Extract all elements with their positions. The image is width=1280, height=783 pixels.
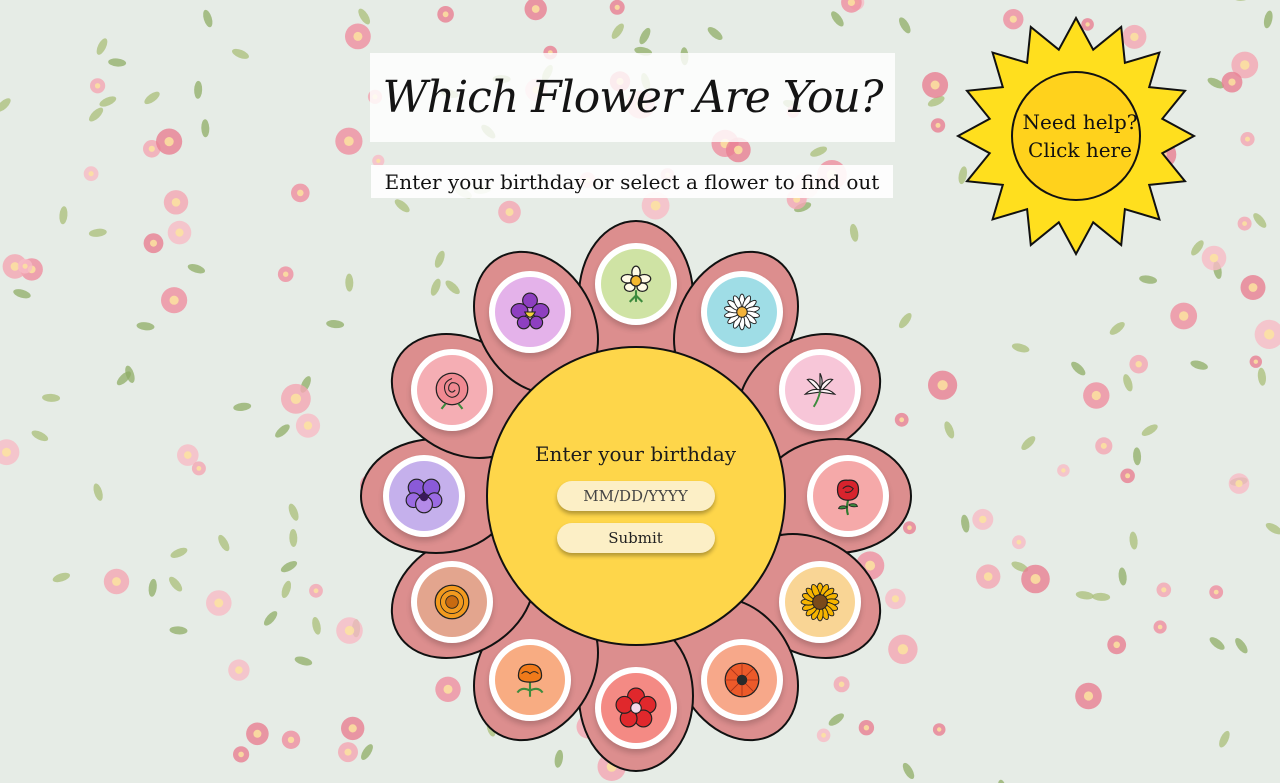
page-title: Which Flower Are You? [382, 72, 884, 123]
flower-button-daisy[interactable] [707, 277, 777, 348]
daisy-icon [724, 294, 760, 331]
lily-icon [803, 372, 836, 408]
birthday-label: Enter your birthday [534, 442, 737, 466]
flower-button-poppy[interactable] [707, 644, 777, 715]
sunflower-icon [800, 582, 839, 622]
rose-icon [836, 479, 860, 516]
flower-button-chrysanthemum[interactable] [417, 567, 488, 637]
flower-button-daffodil[interactable] [601, 249, 671, 319]
daffodil-icon [620, 265, 652, 303]
flower-button-holly[interactable] [601, 673, 671, 743]
violet-icon [405, 478, 443, 514]
page-subtitle: Enter your birthday or select a flower t… [384, 169, 880, 194]
submit-button[interactable]: Submit [556, 523, 715, 553]
flower-button-carnation[interactable] [417, 355, 488, 425]
help-label-line2: Click here [1028, 138, 1132, 162]
marigold-icon [516, 663, 544, 697]
poppy-icon [724, 662, 760, 698]
title-banner: Which Flower Are You? [370, 53, 895, 142]
flower-button-lily[interactable] [784, 355, 855, 425]
flower-button-sunflower[interactable] [784, 567, 855, 637]
birthday-input[interactable] [556, 481, 715, 511]
holly-icon [615, 687, 657, 728]
flower-button-orchid[interactable] [495, 277, 565, 348]
birthday-form: Enter your birthday Submit [487, 348, 784, 645]
help-label-line1: Need help? [1022, 110, 1138, 134]
carnation-icon [436, 372, 469, 410]
help-button[interactable]: Need help? Click here [1010, 108, 1150, 164]
orchid-icon [510, 292, 550, 330]
flower-button-marigold[interactable] [495, 644, 565, 715]
flower-button-violet[interactable] [389, 461, 459, 531]
flower-button-rose[interactable] [813, 461, 883, 531]
subtitle-banner: Enter your birthday or select a flower t… [371, 165, 893, 198]
chrysanthemum-icon [434, 584, 470, 620]
